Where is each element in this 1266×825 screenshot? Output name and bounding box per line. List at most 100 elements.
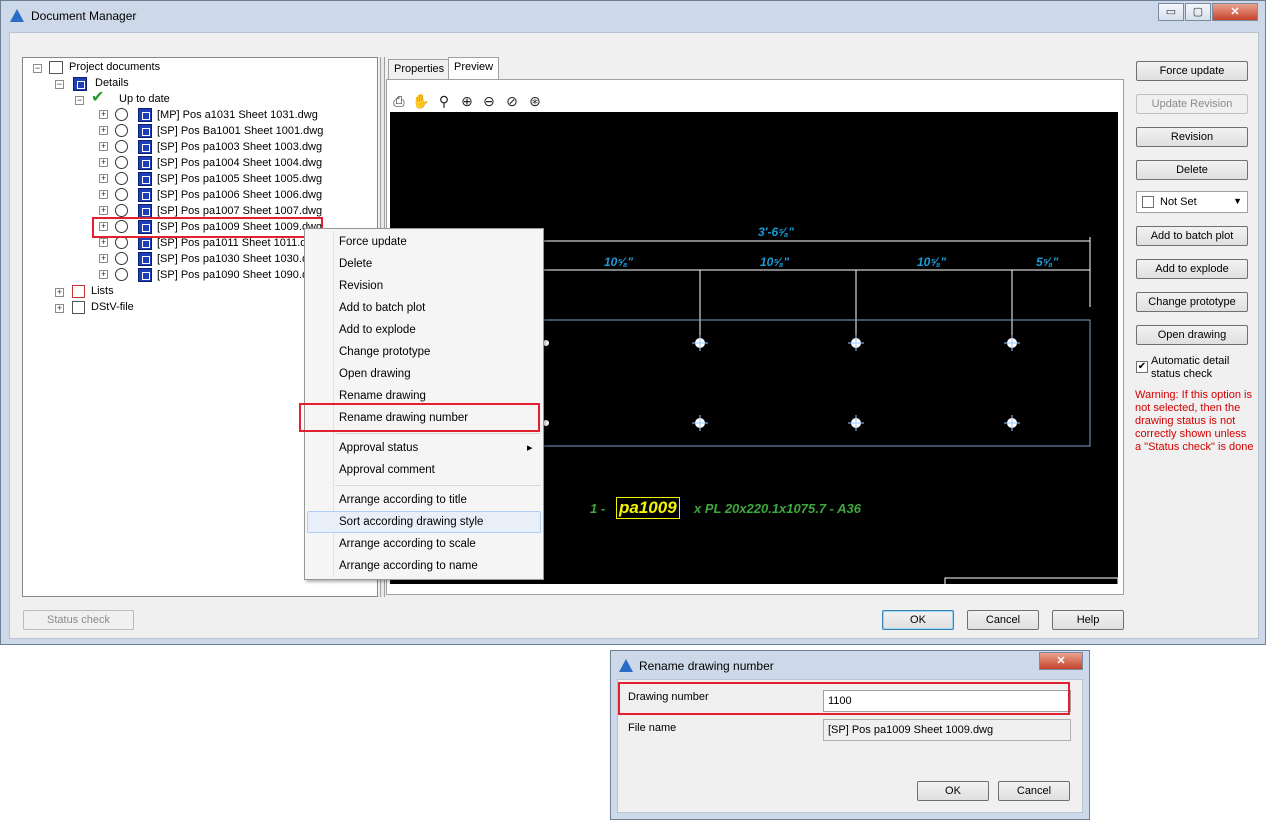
menu-item-arrange-scale[interactable]: Arrange according to scale — [339, 534, 476, 554]
list-item[interactable]: + [MP] Pos a1031 Sheet 1031.dwg — [23, 107, 377, 123]
pan-icon[interactable]: ✋ — [412, 92, 430, 110]
collapse-icon[interactable]: − — [55, 80, 64, 89]
status-combo[interactable]: Not Set ▼ — [1136, 191, 1248, 213]
print-icon[interactable]: ⎙ — [390, 92, 408, 110]
menu-item-arrange-name[interactable]: Arrange according to name — [339, 556, 478, 576]
drawing-label: [SP] Pos pa1005 Sheet 1005.dwg — [157, 173, 323, 185]
auto-status-checkbox[interactable]: ✔ — [1136, 361, 1148, 373]
tree-root-label: Project documents — [69, 61, 161, 73]
menu-item-approval-comment[interactable]: Approval comment — [339, 460, 435, 480]
part-label-suffix: x PL 20x220.1x1075.7 - A36 — [694, 501, 861, 516]
tree-node-up-to-date[interactable]: Up to date — [119, 91, 170, 107]
collapse-icon[interactable]: − — [33, 64, 42, 73]
app-logo-icon — [10, 9, 24, 22]
list-item[interactable]: + [SP] Pos pa1004 Sheet 1004.dwg — [23, 155, 377, 171]
close-button[interactable]: ✕ — [1212, 3, 1258, 21]
dimension-total: 3'-6⅝" — [758, 225, 794, 239]
menu-item-arrange-title[interactable]: Arrange according to title — [339, 490, 467, 510]
drawing-icon — [138, 268, 152, 282]
drawing-label: [SP] Pos pa1030 Sheet 1030.dwg — [157, 253, 323, 265]
drawing-icon — [138, 172, 152, 186]
status-circle-icon — [115, 172, 128, 185]
dimension-segment: 10⅝" — [604, 255, 634, 269]
add-to-batch-plot-button[interactable]: Add to batch plot — [1136, 226, 1248, 246]
title-bar[interactable]: Document Manager ▭ ▢ ✕ — [1, 1, 1265, 31]
auto-status-label: Automatic detail status check — [1151, 355, 1230, 380]
menu-item-delete[interactable]: Delete — [339, 254, 372, 274]
zoom-window-icon[interactable]: ⊘ — [503, 92, 521, 110]
submenu-arrow-icon: ▸ — [527, 442, 533, 454]
chevron-down-icon[interactable]: ▼ — [1233, 196, 1242, 206]
menu-item-revision[interactable]: Revision — [339, 276, 383, 296]
menu-item-approval-status[interactable]: Approval status — [339, 438, 418, 458]
menu-item-add-batch-plot[interactable]: Add to batch plot — [339, 298, 425, 318]
tree-node-root[interactable]: Project documents — [49, 59, 160, 75]
expand-icon[interactable]: + — [55, 304, 64, 313]
zoom-realtime-icon[interactable]: ⚲ — [435, 92, 453, 110]
lists-label: Lists — [91, 285, 114, 297]
delete-button[interactable]: Delete — [1136, 160, 1248, 180]
drawing-icon — [138, 204, 152, 218]
dialog-ok-button[interactable]: OK — [917, 781, 989, 801]
revision-button[interactable]: Revision — [1136, 127, 1248, 147]
status-circle-icon — [115, 108, 128, 121]
change-prototype-button[interactable]: Change prototype — [1136, 292, 1248, 312]
update-revision-button[interactable]: Update Revision — [1136, 94, 1248, 114]
menu-item-change-prototype[interactable]: Change prototype — [339, 342, 430, 362]
cancel-button[interactable]: Cancel — [967, 610, 1039, 630]
part-label-prefix: 1 - — [590, 501, 606, 516]
tree-node-lists[interactable]: Lists — [72, 283, 114, 299]
file-icon — [72, 300, 85, 314]
menu-item-add-explode[interactable]: Add to explode — [339, 320, 416, 340]
status-circle-icon — [115, 124, 128, 137]
dimension-segment: 5⅝" — [1036, 255, 1059, 269]
document-manager-window: Document Manager ▭ ▢ ✕ − Project documen… — [0, 0, 1266, 645]
list-item[interactable]: + [SP] Pos pa1006 Sheet 1006.dwg — [23, 187, 377, 203]
dialog-cancel-button[interactable]: Cancel — [998, 781, 1070, 801]
expand-icon[interactable]: + — [55, 288, 64, 297]
dstv-label: DStV-file — [91, 301, 134, 313]
menu-item-sort-drawing-style[interactable]: Sort according drawing style — [339, 512, 483, 532]
drawing-label: [SP] Pos Ba1001 Sheet 1001.dwg — [157, 125, 324, 137]
tab-preview[interactable]: Preview — [448, 57, 500, 79]
drawing-icon — [138, 236, 152, 250]
dialog-close-button[interactable]: ✕ — [1039, 652, 1083, 670]
document-stack-icon — [49, 60, 63, 74]
minimize-button[interactable]: ▭ — [1158, 3, 1184, 21]
zoom-extents-icon[interactable]: ⊛ — [526, 92, 544, 110]
help-button[interactable]: Help — [1052, 610, 1124, 630]
file-name-field: [SP] Pos pa1009 Sheet 1009.dwg — [823, 719, 1071, 741]
drawing-icon — [138, 140, 152, 154]
tree-node-dstv[interactable]: DStV-file — [72, 299, 134, 315]
menu-separator — [335, 433, 541, 434]
status-checkbox[interactable] — [1142, 196, 1154, 208]
force-update-button[interactable]: Force update — [1136, 61, 1248, 81]
highlight-frame — [299, 403, 540, 432]
menu-item-force-update[interactable]: Force update — [339, 232, 407, 252]
add-to-explode-button[interactable]: Add to explode — [1136, 259, 1248, 279]
status-check-button[interactable]: Status check — [23, 610, 134, 630]
status-circle-icon — [115, 188, 128, 201]
tab-properties[interactable]: Properties — [388, 59, 451, 79]
highlight-frame — [618, 682, 1070, 715]
app-logo-icon — [619, 659, 633, 672]
list-item[interactable]: + [SP] Pos Ba1001 Sheet 1001.dwg — [23, 123, 377, 139]
status-circle-icon — [115, 252, 128, 265]
status-combo-value: Not Set — [1160, 196, 1197, 208]
menu-item-open-drawing[interactable]: Open drawing — [339, 364, 411, 384]
part-label-highlight: pa1009 — [616, 497, 680, 519]
open-drawing-button[interactable]: Open drawing — [1136, 325, 1248, 345]
drawing-label: [SP] Pos pa1006 Sheet 1006.dwg — [157, 189, 323, 201]
list-item[interactable]: + [SP] Pos pa1003 Sheet 1003.dwg — [23, 139, 377, 155]
list-document-icon — [72, 284, 85, 298]
collapse-icon[interactable]: − — [75, 96, 84, 105]
maximize-button[interactable]: ▢ — [1185, 3, 1211, 21]
zoom-out-icon[interactable]: ⊖ — [480, 92, 498, 110]
warning-text: Warning: If this option is not selected,… — [1135, 389, 1254, 453]
dialog-title: Rename drawing number — [639, 659, 774, 673]
drawing-icon — [138, 156, 152, 170]
ok-button[interactable]: OK — [882, 610, 954, 630]
zoom-in-icon[interactable]: ⊕ — [458, 92, 476, 110]
drawing-icon — [138, 124, 152, 138]
list-item[interactable]: + [SP] Pos pa1005 Sheet 1005.dwg — [23, 171, 377, 187]
